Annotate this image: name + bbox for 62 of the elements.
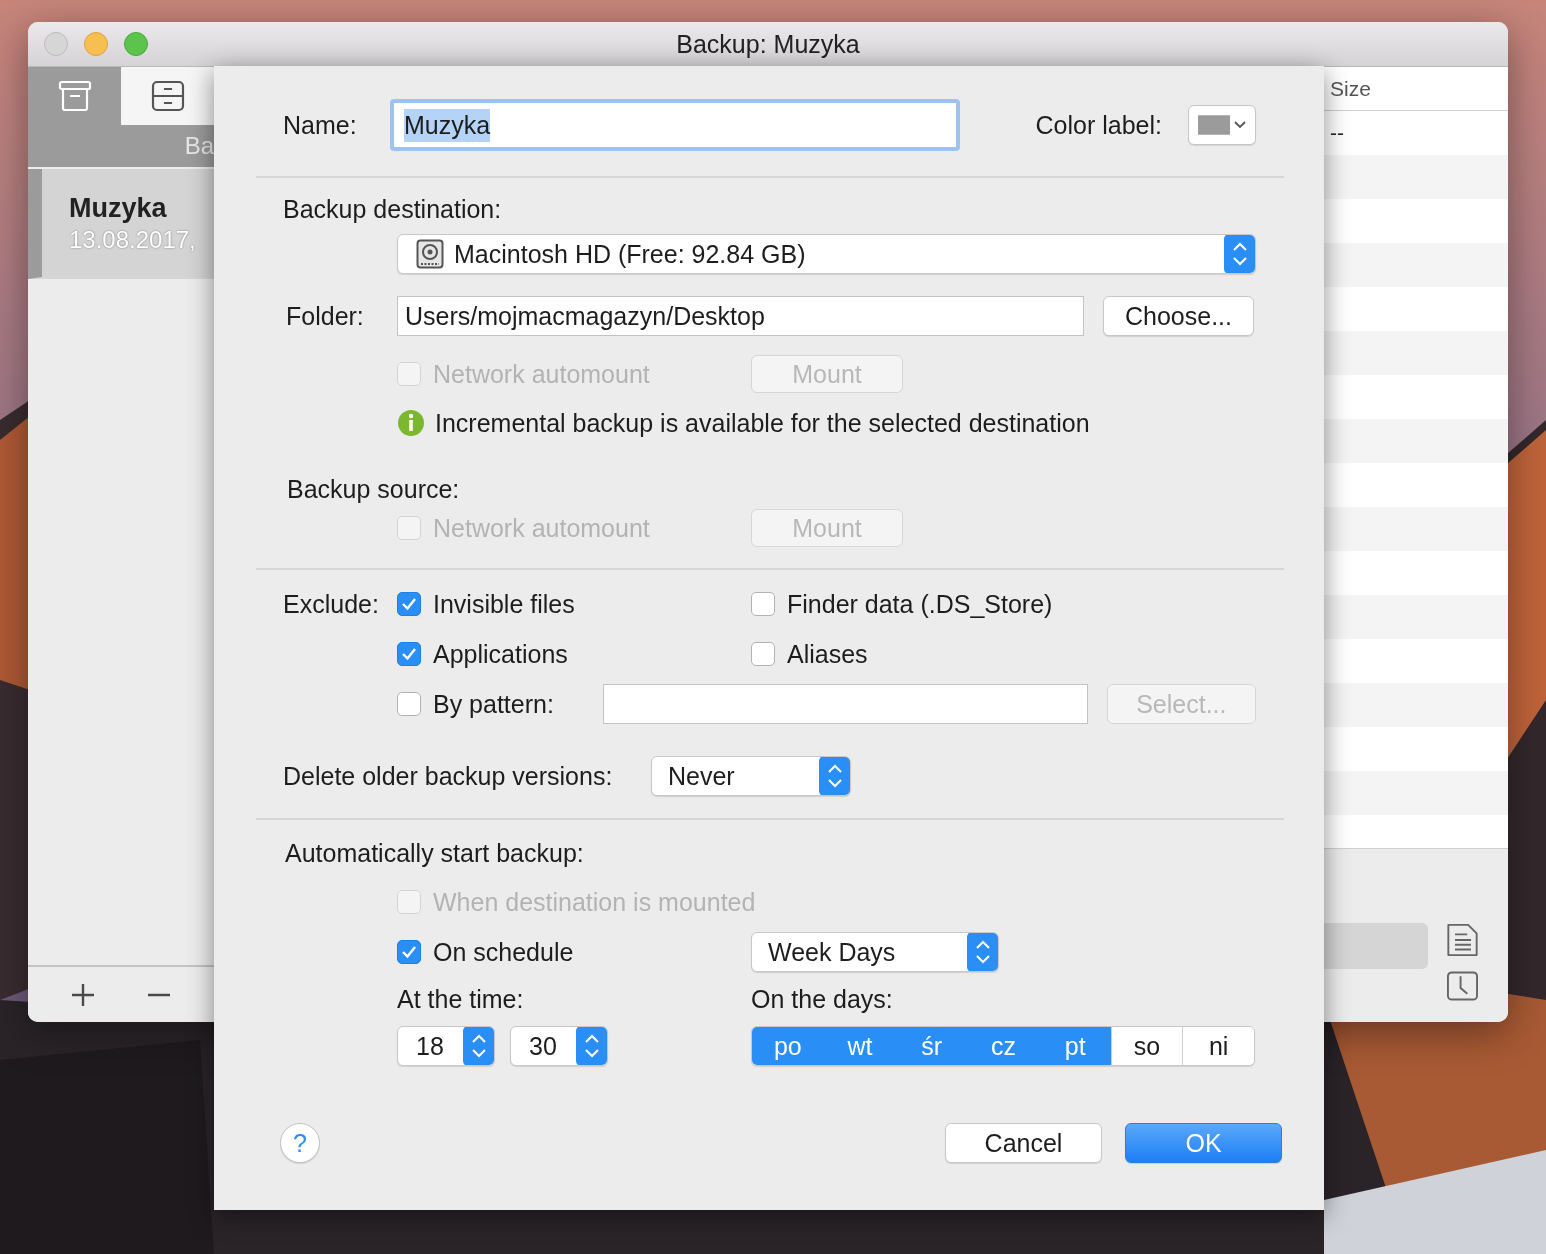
day-segment[interactable]: so bbox=[1110, 1027, 1183, 1065]
up-down-chevrons-icon bbox=[819, 757, 850, 795]
chevron-down-icon bbox=[1234, 121, 1246, 129]
table-cell: -- bbox=[1330, 121, 1344, 145]
checkbox[interactable] bbox=[751, 592, 775, 616]
color-swatch-icon bbox=[1198, 113, 1230, 137]
section-heading: Automatically start backup: bbox=[284, 838, 585, 868]
section-label: Ba bbox=[184, 132, 214, 160]
section-heading: Backup source: bbox=[286, 474, 461, 504]
choose-button[interactable]: Choose... bbox=[1103, 296, 1254, 336]
frequency-popup[interactable]: Week Days bbox=[751, 932, 999, 972]
day-segment[interactable]: ni bbox=[1182, 1027, 1254, 1065]
column-header[interactable]: Size bbox=[1330, 76, 1371, 101]
up-down-chevrons-icon bbox=[576, 1027, 607, 1065]
folder-field[interactable]: Users/mojmacmagazyn/Desktop bbox=[397, 296, 1084, 336]
up-down-chevrons-icon bbox=[463, 1027, 494, 1065]
checkbox-label: Finder data (.DS_Store) bbox=[787, 589, 1053, 619]
name-label: Name: bbox=[283, 110, 358, 140]
hour-stepper[interactable]: 18 bbox=[397, 1026, 495, 1066]
checkbox-label: Network automount bbox=[433, 359, 650, 389]
clock-icon[interactable] bbox=[1446, 969, 1479, 1003]
name-field[interactable]: Muzyka bbox=[390, 99, 960, 151]
cancel-button[interactable]: Cancel bbox=[945, 1123, 1102, 1163]
plus-icon[interactable] bbox=[71, 982, 95, 1007]
checkbox-label: By pattern: bbox=[433, 689, 555, 719]
delete-versions-popup[interactable]: Never bbox=[651, 756, 851, 796]
zoom-button[interactable] bbox=[124, 32, 148, 56]
checkbox[interactable] bbox=[751, 642, 775, 666]
checkbox[interactable] bbox=[397, 642, 421, 666]
hard-drive-icon bbox=[416, 239, 444, 269]
checkbox-label: Aliases bbox=[787, 639, 868, 669]
pattern-field[interactable] bbox=[602, 684, 1088, 724]
section-heading: Backup destination: bbox=[283, 194, 503, 224]
backup-name: Muzyka bbox=[69, 192, 168, 224]
sidebar-tab[interactable] bbox=[121, 67, 214, 125]
info-icon bbox=[397, 409, 425, 437]
color-label-popup[interactable] bbox=[1188, 105, 1256, 145]
checkbox-label: Invisible files bbox=[433, 589, 575, 619]
destination-popup[interactable]: Macintosh HD (Free: 92.84 GB) bbox=[397, 234, 1256, 274]
time-label: At the time: bbox=[397, 984, 525, 1014]
window-title: Backup: Muzyka bbox=[676, 29, 860, 59]
minute-stepper[interactable]: 30 bbox=[510, 1026, 608, 1066]
archive-box-icon bbox=[57, 80, 92, 112]
checkbox-label: Applications bbox=[433, 639, 568, 669]
document-icon[interactable] bbox=[1446, 923, 1479, 957]
drawer-cabinet-icon bbox=[150, 80, 185, 112]
minimize-button[interactable] bbox=[84, 32, 108, 56]
delete-versions-label: Delete older backup versions: bbox=[283, 761, 614, 791]
info-text: Incremental backup is available for the selected destination bbox=[435, 408, 1090, 438]
days-label: On the days: bbox=[751, 984, 893, 1014]
checkbox-label: When destination is mounted bbox=[433, 887, 756, 917]
up-down-chevrons-icon bbox=[967, 933, 998, 971]
color-label-label: Color label: bbox=[1035, 110, 1162, 140]
checkbox[interactable] bbox=[397, 592, 421, 616]
checkbox[interactable] bbox=[397, 940, 421, 964]
close-button[interactable] bbox=[44, 32, 68, 56]
checkbox-label: On schedule bbox=[433, 937, 574, 967]
checkbox-label: Network automount bbox=[433, 513, 650, 543]
exclude-label: Exclude: bbox=[283, 589, 380, 620]
up-down-chevrons-icon bbox=[1224, 235, 1255, 273]
folder-label: Folder: bbox=[285, 301, 365, 331]
checkbox[interactable] bbox=[397, 692, 421, 716]
